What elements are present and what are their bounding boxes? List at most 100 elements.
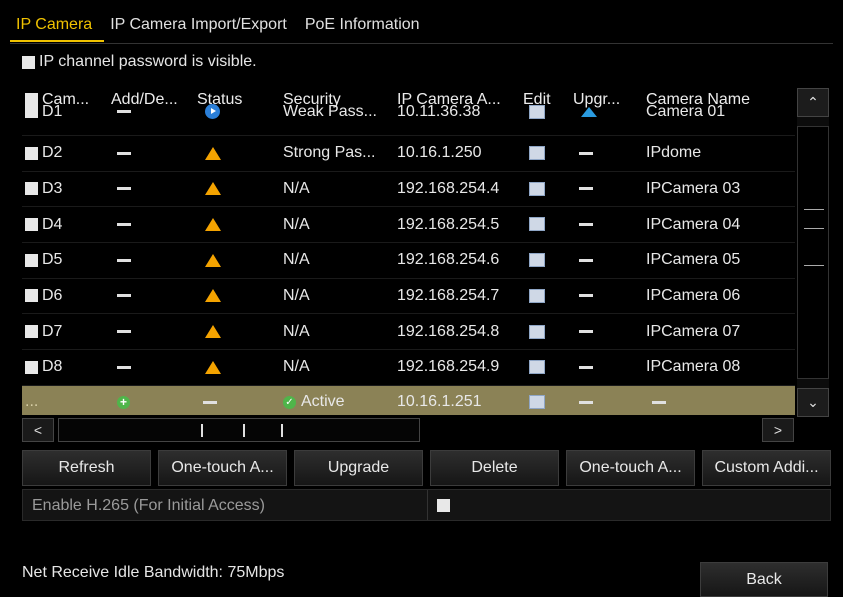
delete-button[interactable]: Delete	[430, 450, 559, 486]
delete-dash-icon[interactable]	[117, 330, 131, 334]
h265-label: Enable H.265 (For Initial Access)	[32, 497, 265, 514]
warning-icon	[205, 182, 221, 196]
edit-icon[interactable]	[529, 360, 545, 375]
tab-poe-information[interactable]: PoE Information	[299, 8, 432, 42]
play-icon[interactable]	[205, 104, 220, 120]
add-delete-cell	[108, 358, 194, 376]
edit-cell	[520, 358, 570, 376]
table-row[interactable]: D6 N/A 192.168.254.7 IPCamera 06	[22, 279, 795, 315]
row-checkbox[interactable]	[25, 360, 38, 374]
tab-ip-camera[interactable]: IP Camera	[10, 8, 105, 42]
ip-address-cell: 10.16.1.251	[397, 393, 482, 411]
security-cell: Strong Pas...	[283, 144, 376, 162]
scroll-up-button[interactable]: ⌃	[797, 88, 829, 117]
status-cell	[194, 180, 280, 198]
edit-icon[interactable]	[529, 253, 545, 268]
edit-icon[interactable]	[529, 395, 545, 410]
status-cell	[194, 287, 280, 305]
password-visible-checkbox[interactable]	[22, 55, 35, 69]
camera-cell: D2	[22, 144, 108, 162]
edit-cell	[520, 251, 570, 269]
delete-dash-icon[interactable]	[117, 258, 131, 262]
table-row[interactable]: D7 N/A 192.168.254.8 IPCamera 07	[22, 314, 795, 351]
camera-name-cell	[643, 393, 795, 411]
online-device-row[interactable]: ... + ✓ Active 10.16.1.251	[22, 385, 795, 415]
table-body: D1 Weak Pass... 10.11.36.38 Camera 01 D2 Stro…	[22, 103, 795, 415]
chevron-left-icon: <	[33, 422, 43, 438]
scroll-thumb-line	[804, 228, 824, 229]
back-button[interactable]: Back	[700, 562, 828, 597]
camera-name-cell: Camera 01	[646, 103, 726, 120]
delete-dash-icon[interactable]	[117, 187, 131, 191]
vertical-scroll-track[interactable]	[797, 126, 829, 379]
dash-icon	[579, 400, 593, 404]
warning-icon	[205, 253, 221, 267]
table-row[interactable]: D1 Weak Pass... 10.11.36.38 Camera 01	[22, 103, 795, 136]
tab-bar: IP Camera IP Camera Import/Export PoE In…	[10, 8, 432, 42]
status-cell	[194, 216, 280, 234]
row-checkbox[interactable]	[25, 217, 38, 231]
vertical-scrollbar[interactable]: ⌃ ⌄	[797, 88, 829, 417]
upgrade-cell	[570, 287, 643, 305]
status-cell	[194, 393, 280, 411]
security-cell: N/A	[283, 358, 310, 376]
delete-dash-icon[interactable]	[117, 365, 131, 369]
h265-checkbox[interactable]	[437, 499, 450, 512]
one-touch-activate-button[interactable]: One-touch A...	[158, 450, 287, 486]
password-visible-row: IP channel password is visible.	[22, 53, 257, 71]
row-checkbox[interactable]	[25, 105, 38, 119]
table-row[interactable]: D2 Strong Pas... 10.16.1.250 IPdome	[22, 136, 795, 172]
one-touch-adding-button[interactable]: One-touch A...	[566, 450, 695, 486]
status-cell	[194, 251, 280, 269]
table-row[interactable]: D4 N/A 192.168.254.5 IPCamera 04	[22, 207, 795, 244]
scroll-left-button[interactable]: <	[22, 418, 54, 442]
row-checkbox[interactable]	[25, 146, 38, 160]
camera-table: Cam... Add/De... Status Security IP Came…	[22, 85, 795, 415]
add-delete-cell	[108, 287, 194, 305]
add-delete-cell: +	[108, 393, 194, 411]
add-icon[interactable]: +	[117, 395, 130, 409]
dash-icon	[579, 365, 593, 369]
action-button-bar: Refresh One-touch A... Upgrade Delete On…	[22, 450, 831, 486]
edit-icon[interactable]	[529, 146, 545, 161]
edit-cell	[520, 287, 570, 305]
horizontal-scrollbar[interactable]: < >	[22, 418, 794, 442]
camera-name-cell: IPCamera 08	[646, 358, 741, 376]
active-status: Active	[301, 393, 345, 411]
table-row[interactable]: D8 N/A 192.168.254.9 IPCamera 08	[22, 350, 795, 386]
dash-icon	[579, 330, 593, 334]
edit-icon[interactable]	[529, 217, 545, 232]
ip-address-cell: 192.168.254.5	[397, 215, 500, 233]
camera-cell: D8	[22, 358, 108, 376]
row-checkbox[interactable]	[25, 289, 38, 303]
edit-icon[interactable]	[529, 181, 545, 196]
upgrade-icon[interactable]	[581, 106, 597, 117]
check-icon: ✓	[283, 395, 296, 409]
custom-adding-button[interactable]: Custom Addi...	[702, 450, 831, 486]
delete-dash-icon[interactable]	[117, 294, 131, 298]
add-delete-cell	[108, 216, 194, 234]
row-checkbox[interactable]	[25, 182, 38, 196]
table-row[interactable]: D3 N/A 192.168.254.4 IPCamera 03	[22, 172, 795, 208]
delete-dash-icon[interactable]	[117, 110, 131, 114]
horizontal-scroll-track[interactable]	[58, 418, 420, 442]
ip-address-cell: 10.11.36.38	[397, 103, 481, 120]
delete-dash-icon[interactable]	[117, 151, 131, 155]
edit-icon[interactable]	[529, 288, 545, 303]
delete-dash-icon[interactable]	[117, 222, 131, 226]
edit-icon[interactable]	[529, 324, 545, 339]
table-row[interactable]: D5 N/A 192.168.254.6 IPCamera 05	[22, 243, 795, 279]
scroll-down-button[interactable]: ⌄	[797, 388, 829, 417]
security-cell: N/A	[283, 180, 310, 198]
upgrade-cell	[570, 358, 643, 376]
edit-icon[interactable]	[529, 104, 545, 119]
tab-ip-camera-import-export[interactable]: IP Camera Import/Export	[104, 8, 299, 42]
scroll-right-button[interactable]: >	[762, 418, 794, 442]
upgrade-button[interactable]: Upgrade	[294, 450, 423, 486]
row-checkbox[interactable]	[25, 253, 38, 267]
status-cell	[194, 144, 280, 162]
ip-address-cell: 192.168.254.7	[397, 287, 500, 305]
refresh-button[interactable]: Refresh	[22, 450, 151, 486]
row-checkbox[interactable]	[25, 325, 38, 339]
upgrade-cell	[570, 180, 643, 198]
